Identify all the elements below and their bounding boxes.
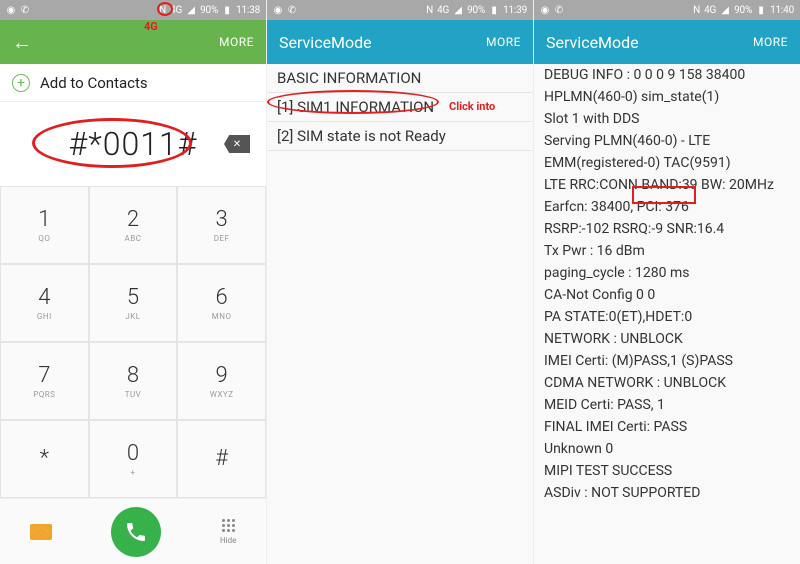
debug-row[interactable]: ASDiv : NOT SUPPORTED: [534, 482, 800, 504]
dialer-bottom-row: Hide: [0, 498, 266, 564]
more-button[interactable]: MORE: [486, 35, 521, 49]
debug-row[interactable]: LTE RRC:CONN BAND:39 BW: 20MHz: [534, 174, 800, 196]
add-to-contacts-row[interactable]: + Add to Contacts: [0, 64, 266, 102]
phone-icon: [124, 520, 148, 544]
signal-icon: ◢: [186, 5, 196, 15]
battery-icon: ▮: [756, 5, 766, 15]
plus-icon: +: [12, 74, 30, 92]
page-title: ServiceMode: [279, 33, 372, 52]
list-item-sim1-info[interactable]: [1] SIM1 INFORMATION: [267, 93, 533, 122]
key-star[interactable]: *: [0, 420, 89, 498]
debug-row[interactable]: Tx Pwr : 16 dBm: [534, 240, 800, 262]
servicemode-list: BASIC INFORMATION [1] SIM1 INFORMATION […: [267, 64, 533, 564]
dialed-number: #*0011#: [69, 125, 198, 163]
whatsapp-icon: ✆: [554, 5, 564, 15]
signal-icon: ◢: [453, 5, 463, 15]
servicemode-header: ServiceMode MORE: [267, 20, 533, 64]
key-5[interactable]: 5JKL: [89, 264, 178, 342]
battery-icon: ▮: [222, 5, 232, 15]
battery-icon: ▮: [489, 5, 499, 15]
page-title: ServiceMode: [546, 33, 639, 52]
debug-row[interactable]: PA STATE:0(ET),HDET:0: [534, 306, 800, 328]
key-9[interactable]: 9WXYZ: [177, 342, 266, 420]
key-8[interactable]: 8TUV: [89, 342, 178, 420]
backspace-button[interactable]: ✕: [224, 135, 250, 153]
call-button[interactable]: [111, 507, 161, 557]
servicemode-menu-screen: ◉ ✆ N 4G ◢ 90% ▮ 11:39 ServiceMode MORE …: [267, 0, 534, 564]
signal-icon: ◢: [720, 5, 730, 15]
debug-row[interactable]: Serving PLMN(460-0) - LTE: [534, 130, 800, 152]
camera-icon: ◉: [540, 5, 550, 15]
clock-text: 11:39: [503, 5, 527, 16]
more-button[interactable]: MORE: [219, 35, 254, 49]
servicemode-debug-screen: ◉ ✆ N 4G ◢ 90% ▮ 11:40 ServiceMode MORE …: [534, 0, 800, 564]
key-1[interactable]: 1QO: [0, 186, 89, 264]
debug-row[interactable]: Slot 1 with DDS: [534, 108, 800, 130]
dial-display: #*0011# ✕: [0, 102, 266, 186]
key-hash[interactable]: #: [177, 420, 266, 498]
debug-row[interactable]: MIPI TEST SUCCESS: [534, 460, 800, 482]
debug-row[interactable]: CA-Not Config 0 0: [534, 284, 800, 306]
debug-row[interactable]: EMM(registered-0) TAC(9591): [534, 152, 800, 174]
clock-text: 11:38: [236, 5, 260, 16]
back-button[interactable]: ←: [12, 32, 32, 52]
whatsapp-icon: ✆: [287, 5, 297, 15]
camera-icon: ◉: [273, 5, 283, 15]
key-3[interactable]: 3DEF: [177, 186, 266, 264]
debug-row[interactable]: DEBUG INFO : 0 0 0 9 158 38400: [534, 64, 800, 86]
nfc-icon: N: [159, 5, 166, 16]
status-bar: ◉ ✆ N 4G ◢ 90% ▮ 11:38: [0, 0, 266, 20]
debug-row[interactable]: paging_cycle : 1280 ms: [534, 262, 800, 284]
battery-text: 90%: [467, 5, 485, 16]
key-6[interactable]: 6MNO: [177, 264, 266, 342]
debug-row[interactable]: RSRP:-102 RSRQ:-9 SNR:16.4: [534, 218, 800, 240]
debug-row[interactable]: CDMA NETWORK : UNBLOCK: [534, 372, 800, 394]
debug-row[interactable]: NETWORK : UNBLOCK: [534, 328, 800, 350]
debug-row[interactable]: FINAL IMEI Certi: PASS: [534, 416, 800, 438]
camera-icon: ◉: [6, 5, 16, 15]
network-icon: 4G: [170, 5, 182, 16]
key-7[interactable]: 7PQRS: [0, 342, 89, 420]
debug-info-list: DEBUG INFO : 0 0 0 9 158 38400HPLMN(460-…: [534, 64, 800, 564]
debug-row[interactable]: Unknown 0: [534, 438, 800, 460]
dialer-header: ← MORE: [0, 20, 266, 64]
list-item-basic-info[interactable]: BASIC INFORMATION: [267, 64, 533, 93]
nfc-icon: N: [426, 5, 433, 16]
debug-row[interactable]: HPLMN(460-0) sim_state(1): [534, 86, 800, 108]
nfc-icon: N: [693, 5, 700, 16]
keypad-dots-icon: [222, 519, 235, 532]
debug-row[interactable]: Earfcn: 38400, PCI: 376: [534, 196, 800, 218]
key-0[interactable]: 0+: [89, 420, 178, 498]
whatsapp-icon: ✆: [20, 5, 30, 15]
clock-text: 11:40: [770, 5, 794, 16]
network-icon: 4G: [704, 5, 716, 16]
keypad: 1QO 2ABC 3DEF 4GHI 5JKL 6MNO 7PQRS 8TUV …: [0, 186, 266, 498]
status-bar: ◉ ✆ N 4G ◢ 90% ▮ 11:39: [267, 0, 533, 20]
debug-row[interactable]: IMEI Certi: (M)PASS,1 (S)PASS: [534, 350, 800, 372]
key-2[interactable]: 2ABC: [89, 186, 178, 264]
add-to-contacts-label: Add to Contacts: [40, 74, 148, 92]
hide-label: Hide: [220, 536, 236, 545]
dialer-screen: 4G ◉ ✆ N 4G ◢ 90% ▮ 11:38 ← MORE + Add t…: [0, 0, 267, 564]
hide-keypad-button[interactable]: Hide: [220, 519, 236, 545]
list-item-sim-state[interactable]: [2] SIM state is not Ready: [267, 122, 533, 151]
more-button[interactable]: MORE: [753, 35, 788, 49]
key-4[interactable]: 4GHI: [0, 264, 89, 342]
servicemode-header: ServiceMode MORE: [534, 20, 800, 64]
message-icon[interactable]: [30, 524, 52, 540]
battery-text: 90%: [734, 5, 752, 16]
network-icon: 4G: [437, 5, 449, 16]
status-bar: ◉ ✆ N 4G ◢ 90% ▮ 11:40: [534, 0, 800, 20]
battery-text: 90%: [200, 5, 218, 16]
debug-row[interactable]: MEID Certi: PASS, 1: [534, 394, 800, 416]
